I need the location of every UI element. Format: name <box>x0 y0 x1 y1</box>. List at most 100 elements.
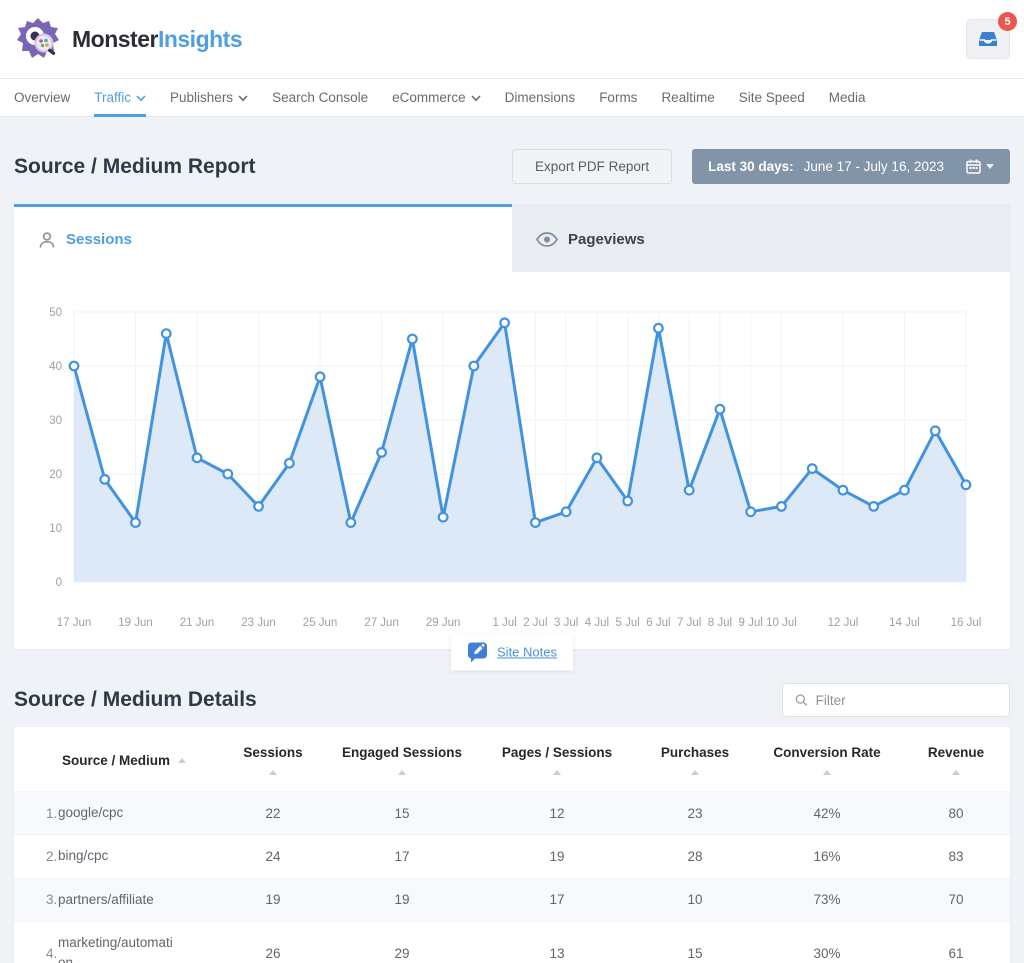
notifications-button[interactable]: 5 <box>966 19 1010 59</box>
date-range-label: Last 30 days: <box>708 159 794 174</box>
sort-asc-icon <box>691 770 699 775</box>
nav-tab-publishers[interactable]: Publishers <box>170 79 248 116</box>
date-range-button[interactable]: Last 30 days: June 17 - July 16, 2023 <box>692 149 1010 184</box>
svg-text:20: 20 <box>49 469 62 481</box>
column-header-engaged-sessions[interactable]: Engaged Sessions <box>328 745 476 775</box>
cell-pages-sessions: 13 <box>476 946 638 961</box>
site-notes-button[interactable]: Site Notes <box>451 633 573 670</box>
cell-sessions: 26 <box>218 946 328 961</box>
sort-asc-icon <box>823 770 831 775</box>
cell-source-medium: google/cpc <box>58 803 218 823</box>
cell-purchases: 10 <box>638 892 752 907</box>
tab-pageviews-label: Pageviews <box>568 231 645 248</box>
nav-tab-traffic[interactable]: Traffic <box>94 79 146 116</box>
notification-badge: 5 <box>998 12 1017 31</box>
svg-text:7 Jul: 7 Jul <box>677 617 701 629</box>
app-header: MonsterInsights 5 <box>0 0 1024 78</box>
cell-sessions: 19 <box>218 892 328 907</box>
details-title: Source / Medium Details <box>14 688 257 712</box>
table-row[interactable]: 4. marketing/automation 26 29 13 15 30% … <box>14 921 1010 963</box>
column-header-purchases[interactable]: Purchases <box>638 745 752 775</box>
nav-tab-forms[interactable]: Forms <box>599 79 637 116</box>
nav-tab-dimensions[interactable]: Dimensions <box>505 79 576 116</box>
svg-text:27 Jun: 27 Jun <box>364 617 399 629</box>
nav-tab-ecommerce[interactable]: eCommerce <box>392 79 481 116</box>
sort-asc-icon <box>398 770 406 775</box>
table-header-row: Source / Medium Sessions Engaged Session… <box>14 727 1010 791</box>
cell-engaged-sessions: 19 <box>328 892 476 907</box>
caret-down-icon <box>986 164 994 169</box>
svg-text:10 Jul: 10 Jul <box>766 617 797 629</box>
svg-text:8 Jul: 8 Jul <box>708 617 732 629</box>
column-header-sessions[interactable]: Sessions <box>218 745 328 775</box>
source-value: partners/affiliate <box>58 890 154 910</box>
table-row[interactable]: 1. google/cpc 22 15 12 23 42% 80 <box>14 791 1010 834</box>
svg-text:17 Jun: 17 Jun <box>57 617 92 629</box>
cell-revenue: 80 <box>902 806 1010 821</box>
monsterinsights-logo-icon <box>14 15 62 63</box>
nav-tab-realtime[interactable]: Realtime <box>661 79 714 116</box>
row-number: 1. <box>14 806 58 821</box>
cell-sessions: 22 <box>218 806 328 821</box>
nav-tab-overview[interactable]: Overview <box>14 79 70 116</box>
nav-label: Publishers <box>170 90 233 105</box>
column-header-pages-sessions[interactable]: Pages / Sessions <box>476 745 638 775</box>
nav-tab-site-speed[interactable]: Site Speed <box>739 79 805 116</box>
svg-text:5 Jul: 5 Jul <box>616 617 640 629</box>
sort-asc-icon <box>269 770 277 775</box>
report-actions: Export PDF Report Last 30 days: June 17 … <box>512 149 1010 184</box>
tab-sessions[interactable]: Sessions <box>14 204 512 272</box>
column-header-conversion-rate[interactable]: Conversion Rate <box>752 745 902 775</box>
cell-engaged-sessions: 17 <box>328 849 476 864</box>
svg-text:10: 10 <box>49 523 62 535</box>
row-number: 2. <box>14 849 58 864</box>
row-number: 4. <box>14 946 58 961</box>
svg-text:25 Jun: 25 Jun <box>303 617 338 629</box>
nav-label: Realtime <box>661 90 714 105</box>
column-header-source-medium[interactable]: Source / Medium <box>14 745 218 775</box>
svg-text:16 Jul: 16 Jul <box>951 617 982 629</box>
svg-text:40: 40 <box>49 361 62 373</box>
tab-pageviews[interactable]: Pageviews <box>512 204 1010 272</box>
svg-text:14 Jul: 14 Jul <box>889 617 920 629</box>
column-label: Engaged Sessions <box>342 745 462 760</box>
chevron-down-icon <box>471 95 481 102</box>
cell-revenue: 61 <box>902 946 1010 961</box>
filter-input[interactable] <box>816 693 997 708</box>
svg-text:50: 50 <box>49 307 62 319</box>
sort-asc-icon <box>553 770 561 775</box>
chart-tabs: Sessions Pageviews <box>14 204 1010 272</box>
site-notes-label: Site Notes <box>497 644 557 659</box>
svg-text:19 Jun: 19 Jun <box>118 617 153 629</box>
svg-text:29 Jun: 29 Jun <box>426 617 461 629</box>
inbox-icon <box>977 30 999 48</box>
search-icon <box>795 693 808 707</box>
nav-label: Media <box>829 90 866 105</box>
nav-tab-search-console[interactable]: Search Console <box>272 79 368 116</box>
filter-box <box>782 683 1010 717</box>
sessions-line-chart: 0102030405017 Jun19 Jun21 Jun23 Jun25 Ju… <box>14 282 1010 642</box>
nav-tab-media[interactable]: Media <box>829 79 866 116</box>
svg-text:9 Jul: 9 Jul <box>739 617 763 629</box>
row-number: 3. <box>14 892 58 907</box>
cell-engaged-sessions: 29 <box>328 946 476 961</box>
column-header-revenue[interactable]: Revenue <box>902 745 1010 775</box>
table-row[interactable]: 3. partners/affiliate 19 19 17 10 73% 70 <box>14 878 1010 921</box>
table-row[interactable]: 2. bing/cpc 24 17 19 28 16% 83 <box>14 834 1010 877</box>
sort-asc-icon <box>178 758 186 763</box>
svg-text:4 Jul: 4 Jul <box>585 617 609 629</box>
source-value: marketing/automation <box>58 933 180 963</box>
svg-text:2 Jul: 2 Jul <box>523 617 547 629</box>
nav-label: Forms <box>599 90 637 105</box>
main-nav: Overview Traffic Publishers Search Conso… <box>0 78 1024 117</box>
column-label: Revenue <box>928 745 984 760</box>
svg-text:12 Jul: 12 Jul <box>828 617 859 629</box>
nav-label: Traffic <box>94 90 131 105</box>
brand-name-dark: Monster <box>72 26 158 52</box>
export-pdf-button[interactable]: Export PDF Report <box>512 149 672 184</box>
brand-name-blue: Insights <box>158 26 242 52</box>
sort-asc-icon <box>952 770 960 775</box>
column-label: Pages / Sessions <box>502 745 612 760</box>
cell-conversion-rate: 30% <box>752 946 902 961</box>
cell-pages-sessions: 12 <box>476 806 638 821</box>
